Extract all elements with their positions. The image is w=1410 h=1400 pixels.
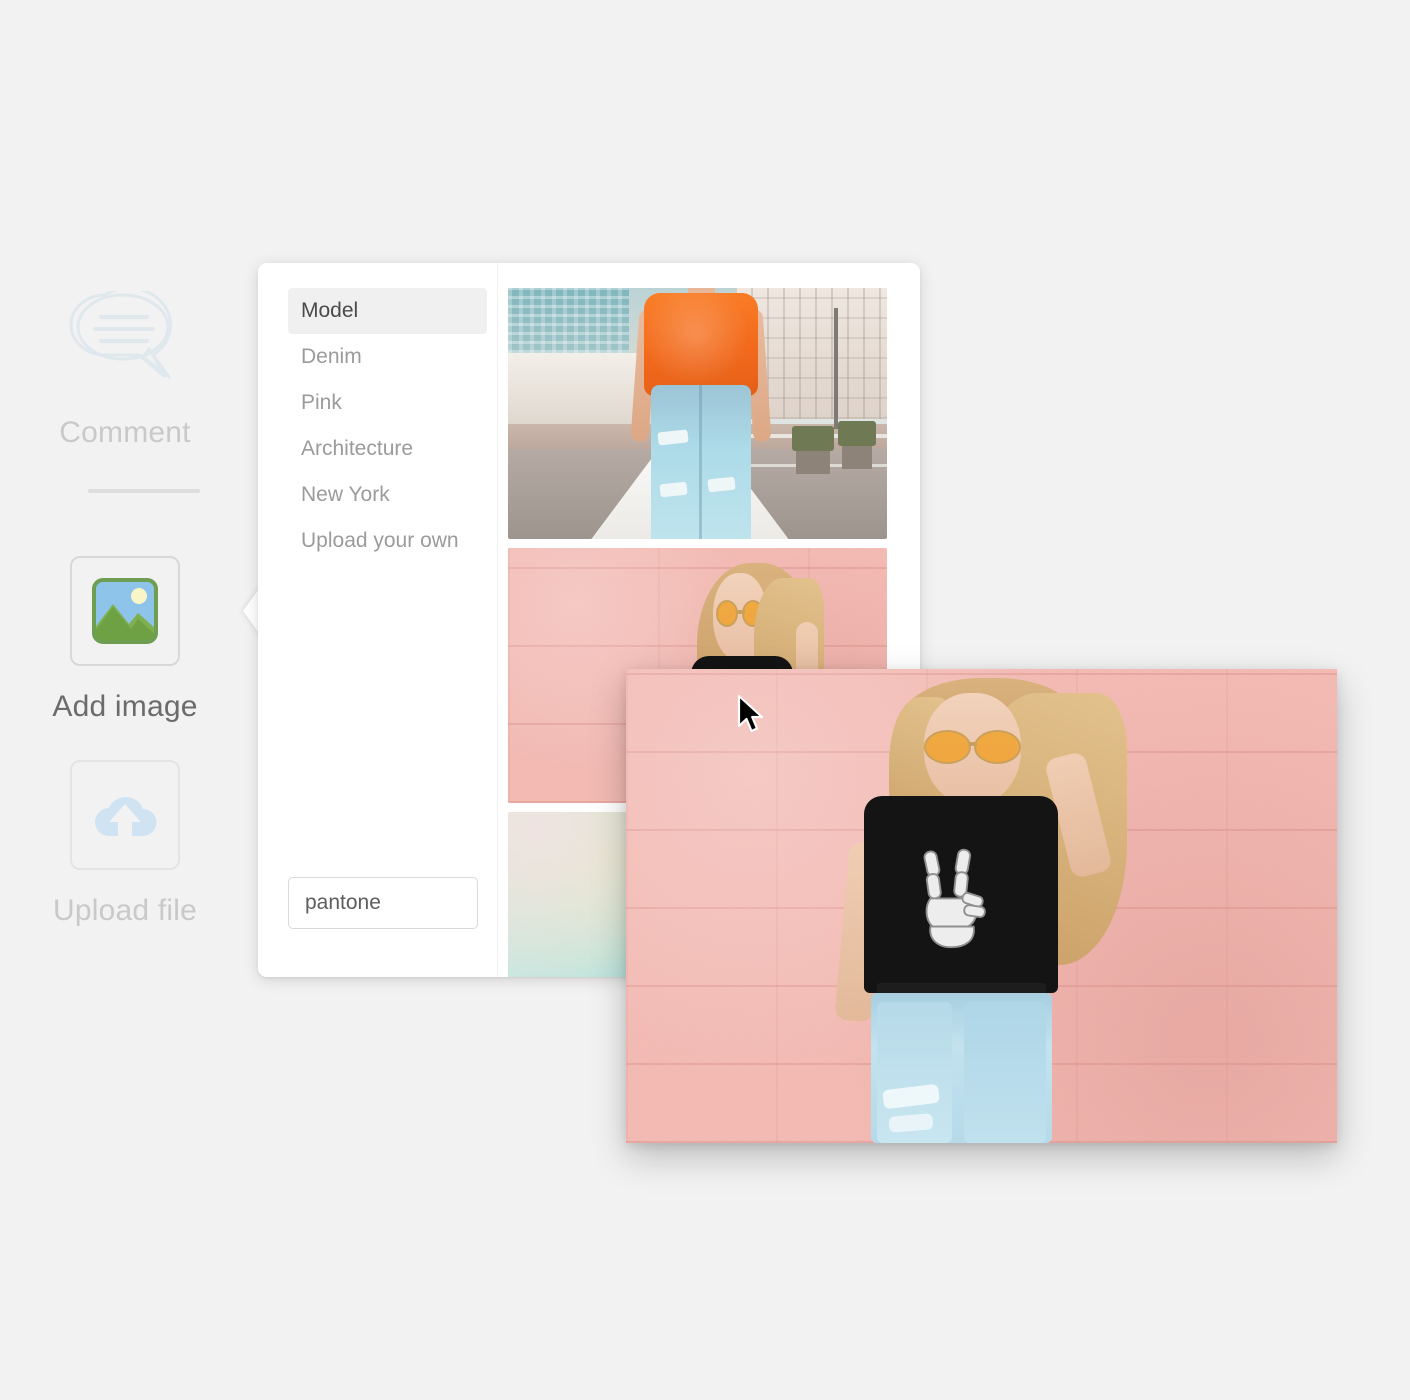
speech-bubble-icon-box (0, 286, 250, 394)
category-label: Architecture (301, 437, 414, 460)
category-label: Model (301, 299, 359, 322)
tool-add-image[interactable]: Add image (0, 556, 250, 724)
app-canvas: Comment Add image Upload file Model Deni… (0, 0, 1410, 1400)
category-label: Upload your own (301, 529, 459, 552)
tool-comment-label: Comment (59, 416, 191, 449)
category-item-denim[interactable]: Denim (288, 334, 487, 380)
thumbnail-subject (630, 288, 772, 539)
popup-category-sidebar: Model Denim Pink Architecture New York U… (258, 263, 498, 977)
thumbnail-artwork (508, 288, 887, 539)
add-image-icon-frame (70, 556, 180, 666)
mouse-cursor-icon (737, 694, 764, 733)
category-label: Pink (301, 391, 342, 414)
cloud-upload-icon (95, 797, 157, 836)
category-item-upload-your-own[interactable]: Upload your own (288, 518, 487, 564)
category-label: New York (301, 483, 390, 506)
category-item-model[interactable]: Model (288, 288, 487, 334)
image-preview[interactable]: Blonde woman with orange sunglasses in a… (626, 669, 1337, 1143)
search-input[interactable] (288, 877, 478, 929)
tool-upload-file[interactable]: Upload file (0, 760, 250, 928)
upload-file-icon-frame (70, 760, 180, 870)
tool-add-image-label: Add image (52, 690, 198, 723)
rail-divider (88, 489, 200, 493)
category-label: Denim (301, 345, 362, 368)
image-thumbnail-rooftop[interactable]: Woman in orange t-shirt and ripped jeans… (508, 288, 887, 539)
search-field-wrapper (288, 877, 478, 929)
tool-rail: Comment Add image Upload file (0, 0, 250, 1400)
tool-comment[interactable]: Comment (0, 286, 250, 450)
skeleton-peace-hand-icon (923, 848, 986, 948)
category-item-architecture[interactable]: Architecture (288, 426, 487, 472)
preview-subject (834, 674, 1152, 1143)
category-item-pink[interactable]: Pink (288, 380, 487, 426)
picture-icon (92, 578, 158, 644)
tool-upload-file-label: Upload file (53, 894, 197, 927)
category-item-new-york[interactable]: New York (288, 472, 487, 518)
speech-bubble-icon (69, 291, 173, 379)
